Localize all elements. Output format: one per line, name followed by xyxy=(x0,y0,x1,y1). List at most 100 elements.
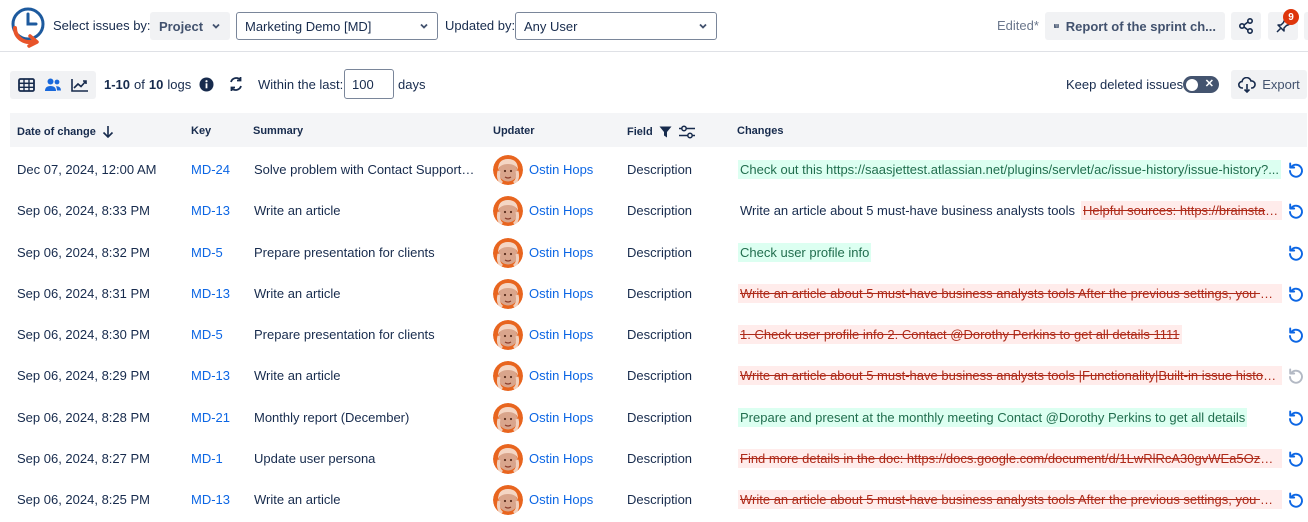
row-summary: Write an article xyxy=(254,368,341,384)
info-icon[interactable] xyxy=(199,77,214,92)
row-key-link[interactable]: MD-13 xyxy=(191,368,251,383)
row-changes: Prepare and present at the monthly meeti… xyxy=(738,407,1282,427)
header-summary[interactable]: Summary xyxy=(253,125,303,137)
updated-by-value: Any User xyxy=(524,18,578,34)
row-field: Description xyxy=(627,285,693,301)
row-field: Description xyxy=(627,368,693,384)
user-view-button[interactable] xyxy=(40,74,66,96)
row-date: Dec 07, 2024, 12:00 AM xyxy=(17,162,157,177)
notification-badge: 9 xyxy=(1283,9,1299,25)
row-key-link[interactable]: MD-13 xyxy=(191,286,251,301)
change-text: Write an article about 5 must-have busin… xyxy=(740,203,1076,219)
revert-icon[interactable] xyxy=(1287,491,1305,509)
row-key-link[interactable]: MD-5 xyxy=(191,327,251,342)
table-row: Sep 06, 2024, 8:31 PM MD-13 Write an art… xyxy=(0,273,1308,314)
table-row: Dec 07, 2024, 12:00 AM MD-24 Solve probl… xyxy=(0,149,1308,190)
change-removed: Write an article about 5 must-have busin… xyxy=(738,490,1282,510)
row-updater-link[interactable]: Ostin Hops xyxy=(529,451,619,466)
change-added: Check user profile info xyxy=(738,242,872,262)
keep-deleted-toggle[interactable]: ✕ xyxy=(1183,76,1219,93)
row-changes: Check user profile info xyxy=(738,242,1282,262)
row-date: Sep 06, 2024, 8:27 PM xyxy=(17,451,150,467)
updated-by-select[interactable]: Any User xyxy=(515,12,717,40)
row-key-link[interactable]: MD-5 xyxy=(191,245,251,260)
project-select[interactable]: Marketing Demo [MD] xyxy=(236,12,438,40)
report-button[interactable]: Report of the sprint ch... xyxy=(1045,12,1225,40)
share-button[interactable] xyxy=(1231,12,1261,40)
row-changes: Write an article about 5 must-have busin… xyxy=(738,366,1282,386)
table-row: Sep 06, 2024, 8:32 PM MD-5 Prepare prese… xyxy=(0,232,1308,273)
row-field: Description xyxy=(627,203,693,219)
row-summary: Prepare presentation for clients xyxy=(254,244,435,260)
header-summary-label: Summary xyxy=(253,125,304,137)
users-icon xyxy=(44,78,61,91)
row-updater-link[interactable]: Ostin Hops xyxy=(529,368,619,383)
log-total: 10 xyxy=(148,77,164,92)
avatar xyxy=(493,196,523,227)
chevron-down-icon xyxy=(420,23,428,29)
row-updater-link[interactable]: Ostin Hops xyxy=(529,203,619,218)
of-label: of xyxy=(134,77,145,92)
refresh-icon[interactable] xyxy=(227,75,245,93)
change-removed: Write an article about 5 must-have busin… xyxy=(738,366,1282,386)
revert-icon[interactable] xyxy=(1287,202,1305,220)
table-row: Sep 06, 2024, 8:27 PM MD-1 Update user p… xyxy=(0,438,1308,479)
revert-icon[interactable] xyxy=(1287,450,1305,468)
revert-icon[interactable] xyxy=(1287,326,1305,344)
row-date: Sep 06, 2024, 8:29 PM xyxy=(17,368,150,384)
export-button[interactable]: Export xyxy=(1231,70,1307,99)
header-key-label: Key xyxy=(191,125,212,137)
row-updater-link[interactable]: Ostin Hops xyxy=(529,327,619,342)
row-date: Sep 06, 2024, 8:28 PM xyxy=(17,409,150,425)
row-date: Sep 06, 2024, 8:32 PM xyxy=(17,244,150,260)
row-date: Sep 06, 2024, 8:33 PM xyxy=(17,203,150,219)
row-field: Description xyxy=(627,162,693,177)
settings-sliders-icon[interactable] xyxy=(678,125,696,139)
table-header: Date of change Key Summary Updater Field… xyxy=(10,113,1307,147)
header-field[interactable]: Field xyxy=(627,125,696,139)
project-button[interactable]: Project xyxy=(150,12,230,40)
updated-by-label: Updated by: xyxy=(445,18,516,33)
log-count: 1-10 of 10 logs xyxy=(104,77,191,92)
row-summary: Update user persona xyxy=(254,451,376,467)
export-button-label: Export xyxy=(1262,77,1300,92)
row-key-link[interactable]: MD-1 xyxy=(191,451,251,466)
row-key-link[interactable]: MD-21 xyxy=(191,410,251,425)
row-updater-link[interactable]: Ostin Hops xyxy=(529,286,619,301)
avatar xyxy=(493,402,523,433)
edited-label: Edited* xyxy=(997,18,1039,33)
revert-icon[interactable] xyxy=(1287,161,1305,179)
row-updater-link[interactable]: Ostin Hops xyxy=(529,162,619,177)
view-switcher xyxy=(10,71,96,99)
header-updater[interactable]: Updater xyxy=(493,125,535,137)
row-field: Description xyxy=(627,492,693,508)
row-updater-link[interactable]: Ostin Hops xyxy=(529,245,619,260)
row-date: Sep 06, 2024, 8:30 PM xyxy=(17,327,150,343)
row-key-link[interactable]: MD-13 xyxy=(191,203,251,218)
revert-icon[interactable] xyxy=(1287,367,1305,385)
header-key[interactable]: Key xyxy=(191,125,211,137)
chart-view-button[interactable] xyxy=(67,74,93,96)
revert-icon[interactable] xyxy=(1287,285,1305,303)
days-input[interactable] xyxy=(344,69,394,99)
more-button[interactable] xyxy=(1304,12,1308,40)
row-updater-link[interactable]: Ostin Hops xyxy=(529,410,619,425)
cloud-download-icon xyxy=(1238,76,1257,93)
row-key-link[interactable]: MD-13 xyxy=(191,492,251,507)
line-chart-icon xyxy=(70,79,88,92)
header-field-label: Field xyxy=(627,126,653,138)
row-key-link[interactable]: MD-24 xyxy=(191,162,251,177)
row-updater-link[interactable]: Ostin Hops xyxy=(529,492,619,507)
avatar xyxy=(493,237,523,268)
table-view-button[interactable] xyxy=(13,74,39,96)
filter-icon[interactable] xyxy=(659,126,672,138)
select-issues-label: Select issues by: xyxy=(53,18,151,33)
revert-icon[interactable] xyxy=(1287,409,1305,427)
revert-icon[interactable] xyxy=(1287,244,1305,262)
project-button-label: Project xyxy=(158,18,204,34)
header-date[interactable]: Date of change xyxy=(17,125,114,138)
top-bar: Select issues by: Project Marketing Demo… xyxy=(0,0,1308,52)
toggle-knob xyxy=(1186,78,1198,91)
row-changes: Check out this https://saasjettest.atlas… xyxy=(738,160,1282,179)
row-date: Sep 06, 2024, 8:25 PM xyxy=(17,492,150,508)
